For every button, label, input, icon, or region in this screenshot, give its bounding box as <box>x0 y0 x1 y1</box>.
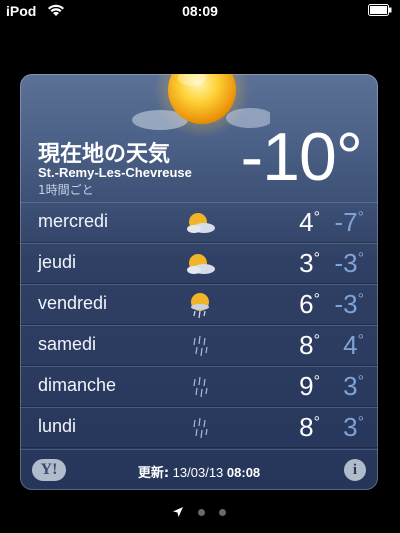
update-label: 更新: <box>137 466 170 481</box>
status-time: 08:09 <box>182 3 218 19</box>
forecast-day: mercredi <box>38 211 109 231</box>
last-updated: 更新: 13/03/13 08:08 <box>20 462 378 481</box>
forecast-row: vendredi 6° -3° <box>20 284 378 325</box>
forecast-high: 9° <box>299 371 320 401</box>
forecast-day: lundi <box>38 416 77 436</box>
current-temperature: -10° <box>240 119 363 195</box>
partly-cloudy-icon <box>187 254 215 274</box>
forecast-low: -3° <box>334 248 364 278</box>
weather-card[interactable]: 現在地の天気 St.-Remy-Les-Chevreuse 1時間ごと -10°… <box>20 74 378 490</box>
forecast-day: jeudi <box>38 252 77 272</box>
update-time: 08:08 <box>226 465 261 480</box>
forecast-row: samedi 8° 4° <box>20 325 378 366</box>
battery-icon <box>368 4 392 16</box>
forecast-high: 6° <box>299 289 320 319</box>
forecast-list: mercredi 4° -7° jeudi 3° -3° vendredi 6°… <box>20 202 378 448</box>
rain-icon <box>193 335 208 357</box>
forecast-high: 3° <box>299 248 320 278</box>
forecast-day: vendredi <box>38 293 108 313</box>
forecast-row: jeudi 3° -3° <box>20 243 378 284</box>
update-date: 13/03/13 <box>172 465 224 480</box>
forecast-low: -7° <box>334 207 364 237</box>
sun-rain-icon <box>191 293 209 319</box>
forecast-low: 3° <box>343 412 364 442</box>
forecast-day: samedi <box>38 334 97 354</box>
info-button[interactable]: i <box>344 459 366 481</box>
page-dot[interactable] <box>219 509 226 516</box>
city-name: 現在地の天気 <box>38 142 171 167</box>
forecast-low: -3° <box>334 289 364 319</box>
forecast-low: 3° <box>343 371 364 401</box>
forecast-high: 8° <box>299 412 320 442</box>
card-footer: Y! 更新: 13/03/13 08:08 i <box>20 449 378 490</box>
page-dot[interactable] <box>198 509 205 516</box>
page-indicator[interactable] <box>0 505 400 519</box>
partly-cloudy-icon <box>187 213 215 233</box>
rain-icon <box>193 417 208 439</box>
forecast-row: lundi 8° 3° <box>20 407 378 448</box>
forecast-row: dimanche 9° 3° <box>20 366 378 407</box>
location-arrow-icon <box>173 507 183 517</box>
update-interval: 1時間ごと <box>38 183 94 197</box>
location-name: St.-Remy-Les-Chevreuse <box>38 165 192 180</box>
rain-icon <box>193 376 208 398</box>
status-bar: iPod 08:09 <box>0 0 400 22</box>
forecast-row: mercredi 4° -7° <box>20 202 378 243</box>
forecast-high: 8° <box>299 330 320 360</box>
forecast-day: dimanche <box>38 375 117 395</box>
forecast-high: 4° <box>299 207 320 237</box>
forecast-low: 4° <box>343 330 364 360</box>
